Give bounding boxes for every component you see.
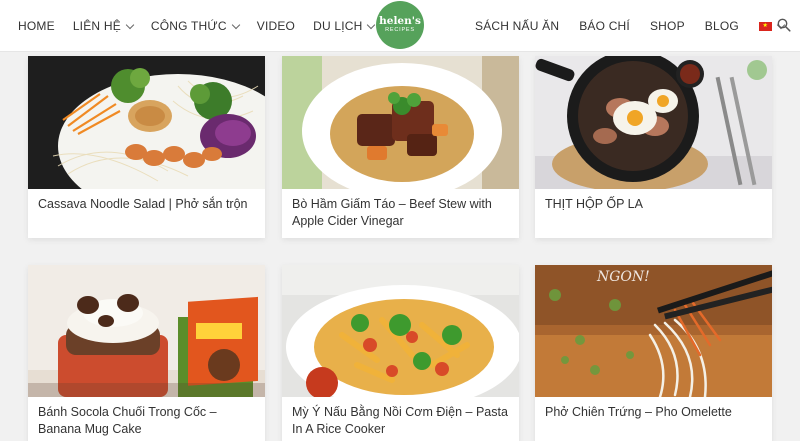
nav-contact-label: LIÊN HỆ [72,19,121,33]
recipe-card[interactable]: Bò Hầm Giấm Táo – Beef Stew with Apple C… [282,56,519,238]
nav-video[interactable]: VIDEO [257,19,295,33]
nav-blog[interactable]: BLOG [705,19,739,33]
nav-travel-label: DU LỊCH [313,19,363,33]
recipe-image-rice-cooker-pasta[interactable] [282,265,519,397]
nav-press-label: BÁO CHÍ [579,19,630,33]
recipe-card[interactable]: Mỳ Ý Nấu Bằng Nồi Cơm Điện – Pasta In A … [282,265,519,441]
recipe-card[interactable]: NGON! Phở Chiên Trứng – Pho Omelette [535,265,772,441]
ngon-watermark: NGON! [596,269,650,285]
recipe-title[interactable]: Phở Chiên Trứng – Pho Omelette [545,404,764,421]
site-header: HOME LIÊN HỆ CÔNG THỨC VIDEO DU LỊCH hel… [0,0,800,52]
site-logo[interactable]: helen's RECIPES [376,1,424,49]
recipe-image-banana-mug-cake[interactable] [28,265,265,397]
nav-blog-label: BLOG [704,19,739,33]
recipe-card[interactable]: THỊT HỘP ỐP LA [535,56,772,238]
search-icon[interactable] [777,18,791,32]
logo-subtext: RECIPES [385,27,415,33]
recipe-image-cassava-noodle-salad[interactable] [28,56,265,189]
nav-shop[interactable]: SHOP [650,19,685,33]
logo-text: helen's [379,15,421,27]
chevron-down-icon [125,20,135,29]
main-nav-right: SÁCH NẤU ĂN BÁO CHÍ SHOP BLOG [475,0,800,52]
recipe-title[interactable]: Bò Hầm Giấm Táo – Beef Stew with Apple C… [292,196,511,230]
nav-video-label: VIDEO [256,19,296,33]
main-nav-left: HOME LIÊN HỆ CÔNG THỨC VIDEO DU LỊCH [18,0,392,52]
nav-shop-label: SHOP [649,19,685,33]
nav-contact[interactable]: LIÊN HỆ [72,19,135,33]
recipe-image-beef-stew[interactable] [282,56,519,189]
nav-recipes-label: CÔNG THỨC [150,19,227,33]
recipe-card[interactable]: Cassava Noodle Salad | Phở sắn trộn [28,56,265,238]
recipe-image-pho-omelette[interactable]: NGON! [535,265,772,397]
nav-cookbook[interactable]: SÁCH NẤU ĂN [475,19,559,33]
recipe-card[interactable]: Bánh Socola Chuối Trong Cốc – Banana Mug… [28,265,265,441]
nav-home[interactable]: HOME [18,19,55,33]
chevron-down-icon [367,20,376,29]
nav-home-label: HOME [18,19,55,33]
recipe-title[interactable]: THỊT HỘP ỐP LA [545,196,764,213]
vietnam-flag-icon [758,21,772,31]
recipe-title[interactable]: Mỳ Ý Nấu Bằng Nồi Cơm Điện – Pasta In A … [292,404,511,438]
nav-travel[interactable]: DU LỊCH [313,19,376,33]
nav-recipes[interactable]: CÔNG THỨC [150,19,240,33]
recipe-title[interactable]: Bánh Socola Chuối Trong Cốc – Banana Mug… [38,404,257,438]
recipe-title[interactable]: Cassava Noodle Salad | Phở sắn trộn [38,196,257,213]
nav-cookbook-label: SÁCH NẤU ĂN [475,19,560,33]
nav-press[interactable]: BÁO CHÍ [579,19,630,33]
chevron-down-icon [231,20,240,29]
recipe-image-spam-fried-egg[interactable] [535,56,772,189]
